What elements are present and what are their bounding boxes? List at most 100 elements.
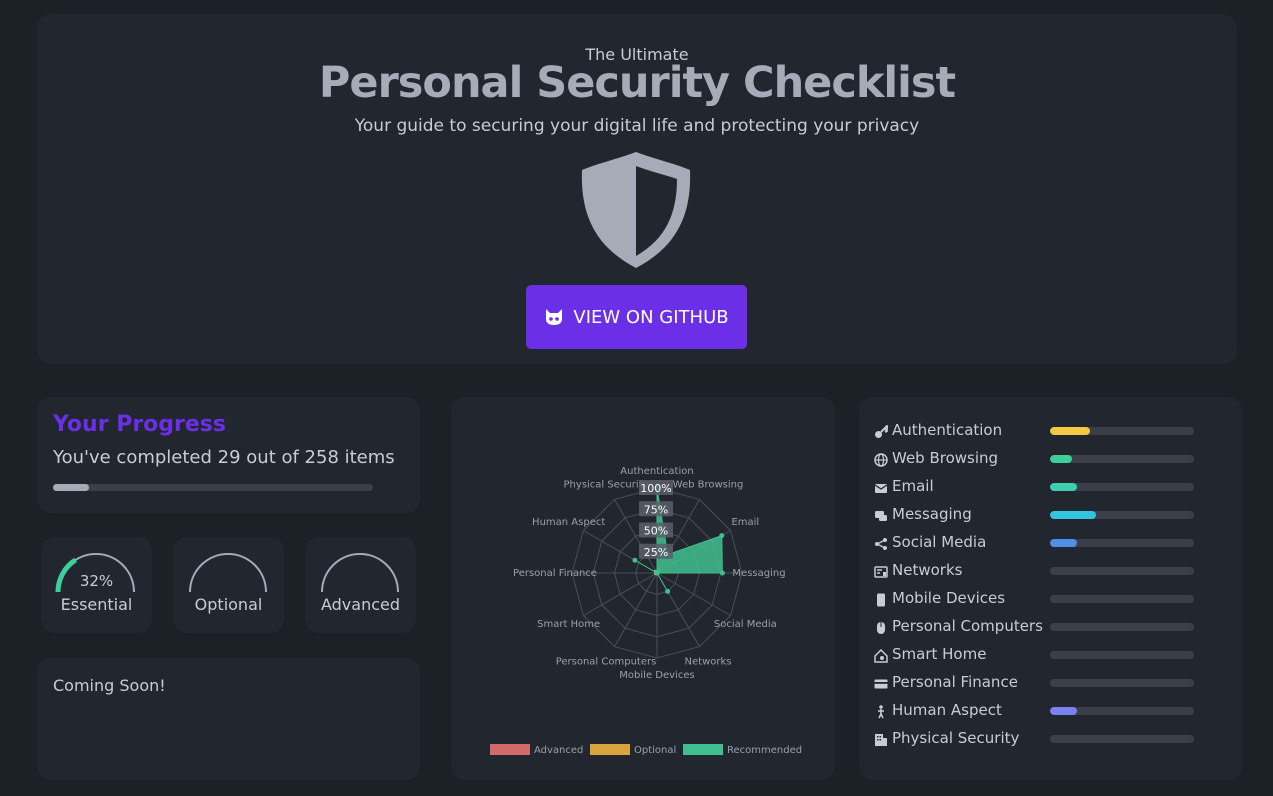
category-label: Personal Finance xyxy=(892,673,1018,691)
category-row-personal-finance[interactable]: Personal Finance xyxy=(874,673,1214,693)
radar-axis-label: Smart Home xyxy=(537,619,600,630)
progress-title: Your Progress xyxy=(53,412,226,437)
legend-label-recommended: Recommended xyxy=(727,745,802,756)
radar-axis-label: Web Browsing xyxy=(673,480,744,491)
share-icon xyxy=(874,536,888,550)
category-row-physical-security[interactable]: Physical Security xyxy=(874,729,1214,749)
radar-chart: Authentication Web Browsing Email Messaging… xyxy=(490,466,802,756)
view-on-github-button[interactable]: VIEW ON GITHUB xyxy=(526,285,747,349)
radar-axis-label: Human Aspect xyxy=(532,517,605,528)
radar-point xyxy=(654,570,660,576)
envelope-icon xyxy=(874,480,888,494)
category-label: Personal Computers xyxy=(892,617,1043,635)
key-icon xyxy=(874,424,890,438)
radar-spoke xyxy=(583,572,658,616)
hero-section: The Ultimate Personal Security Checklist… xyxy=(37,14,1237,364)
category-label: Social Media xyxy=(892,533,987,551)
radar-tick-label: 50% xyxy=(644,525,668,538)
category-progress-fill xyxy=(1050,455,1072,463)
radar-axis-label: Email xyxy=(731,517,759,528)
building-icon xyxy=(874,732,888,746)
category-progress-bar xyxy=(1050,623,1194,631)
gauge-advanced-arc xyxy=(321,553,399,593)
category-progress-bar xyxy=(1050,539,1194,547)
category-row-authentication[interactable]: Authentication xyxy=(874,421,1214,441)
gauge-optional-arc xyxy=(189,553,267,593)
radar-axis-label: Networks xyxy=(685,656,732,667)
router-icon xyxy=(874,564,888,578)
category-label: Human Aspect xyxy=(892,701,1002,719)
gauge-optional[interactable]: Optional xyxy=(173,537,284,633)
progress-text: You've completed 29 out of 258 items xyxy=(53,447,395,468)
category-progress-bar xyxy=(1050,735,1194,743)
category-progress-fill xyxy=(1050,511,1097,519)
category-progress-bar xyxy=(1050,595,1194,603)
credit-card-icon xyxy=(874,676,888,690)
progress-card: Your Progress You've completed 29 out of… xyxy=(37,397,420,513)
category-label: Email xyxy=(892,477,934,495)
category-row-social-media[interactable]: Social Media xyxy=(874,533,1214,553)
radar-point xyxy=(632,557,638,563)
legend-label-optional: Optional xyxy=(634,745,676,756)
chat-icon xyxy=(874,508,888,522)
category-progress-card: Authentication Web Browsing Email Messaging… xyxy=(859,397,1242,780)
page-title: Personal Security Checklist xyxy=(318,58,956,108)
progress-bar xyxy=(53,484,373,491)
category-row-human-aspect[interactable]: Human Aspect xyxy=(874,701,1214,721)
gauge-essential-label: Essential xyxy=(60,595,133,614)
shield-icon xyxy=(581,152,691,268)
category-progress-bar xyxy=(1050,483,1194,491)
globe-icon xyxy=(874,452,888,467)
legend-swatch-optional xyxy=(590,744,630,755)
category-label: Web Browsing xyxy=(892,449,999,467)
category-row-networks[interactable]: Networks xyxy=(874,561,1214,581)
category-row-email[interactable]: Email xyxy=(874,477,1214,497)
radar-axis-label: Personal Finance xyxy=(513,568,597,579)
category-row-web-browsing[interactable]: Web Browsing xyxy=(874,449,1214,469)
category-progress-bar xyxy=(1050,707,1194,715)
radar-axis-label: Mobile Devices xyxy=(619,670,694,681)
legend-label-advanced: Advanced xyxy=(534,745,583,756)
github-icon xyxy=(546,309,563,325)
radar-axis-label: Social Media xyxy=(714,619,777,630)
category-progress-bar xyxy=(1050,567,1194,575)
radar-axis-label: Physical Security xyxy=(564,480,649,491)
gauge-essential[interactable]: 32% Essential xyxy=(41,537,152,633)
github-button-label: VIEW ON GITHUB xyxy=(573,306,729,328)
category-label: Authentication xyxy=(892,421,1003,439)
phone-icon xyxy=(874,592,888,607)
radar-chart-card: Authentication Web Browsing Email Messaging… xyxy=(451,397,835,780)
legend-swatch-advanced xyxy=(490,744,530,755)
category-row-messaging[interactable]: Messaging xyxy=(874,505,1214,525)
gauge-advanced[interactable]: Advanced xyxy=(305,537,416,633)
gauge-advanced-label: Advanced xyxy=(320,595,401,614)
category-row-smart-home[interactable]: Smart Home xyxy=(874,645,1214,665)
category-label: Messaging xyxy=(892,505,972,523)
radar-axis-label: Messaging xyxy=(732,568,785,579)
category-progress-bar xyxy=(1050,455,1194,463)
category-label: Smart Home xyxy=(892,645,987,663)
category-row-mobile-devices[interactable]: Mobile Devices xyxy=(874,589,1214,609)
category-progress-fill xyxy=(1050,539,1078,547)
category-label: Networks xyxy=(892,561,963,579)
coming-soon-card: Coming Soon! xyxy=(37,658,420,780)
category-label: Physical Security xyxy=(892,729,1020,747)
radar-point xyxy=(719,570,725,576)
gauge-optional-label: Optional xyxy=(194,595,263,614)
gauge-essential-percent: 32% xyxy=(79,572,114,590)
category-progress-bar xyxy=(1050,511,1194,519)
category-progress-bar xyxy=(1050,679,1194,687)
person-icon xyxy=(874,704,888,719)
legend-swatch-recommended xyxy=(683,744,723,755)
radar-tick-label: 75% xyxy=(644,503,668,516)
smart-home-icon xyxy=(874,648,888,663)
category-progress-bar xyxy=(1050,427,1194,435)
radar-axis-label: Personal Computers xyxy=(556,656,657,667)
mouse-icon xyxy=(874,620,888,634)
radar-tick-label: 25% xyxy=(644,546,668,559)
radar-tick-label: 100% xyxy=(640,482,671,495)
page-subtitle: Your guide to securing your digital life… xyxy=(354,116,920,136)
category-label: Mobile Devices xyxy=(892,589,1006,607)
category-progress-bar xyxy=(1050,651,1194,659)
category-row-personal-computers[interactable]: Personal Computers xyxy=(874,617,1214,637)
